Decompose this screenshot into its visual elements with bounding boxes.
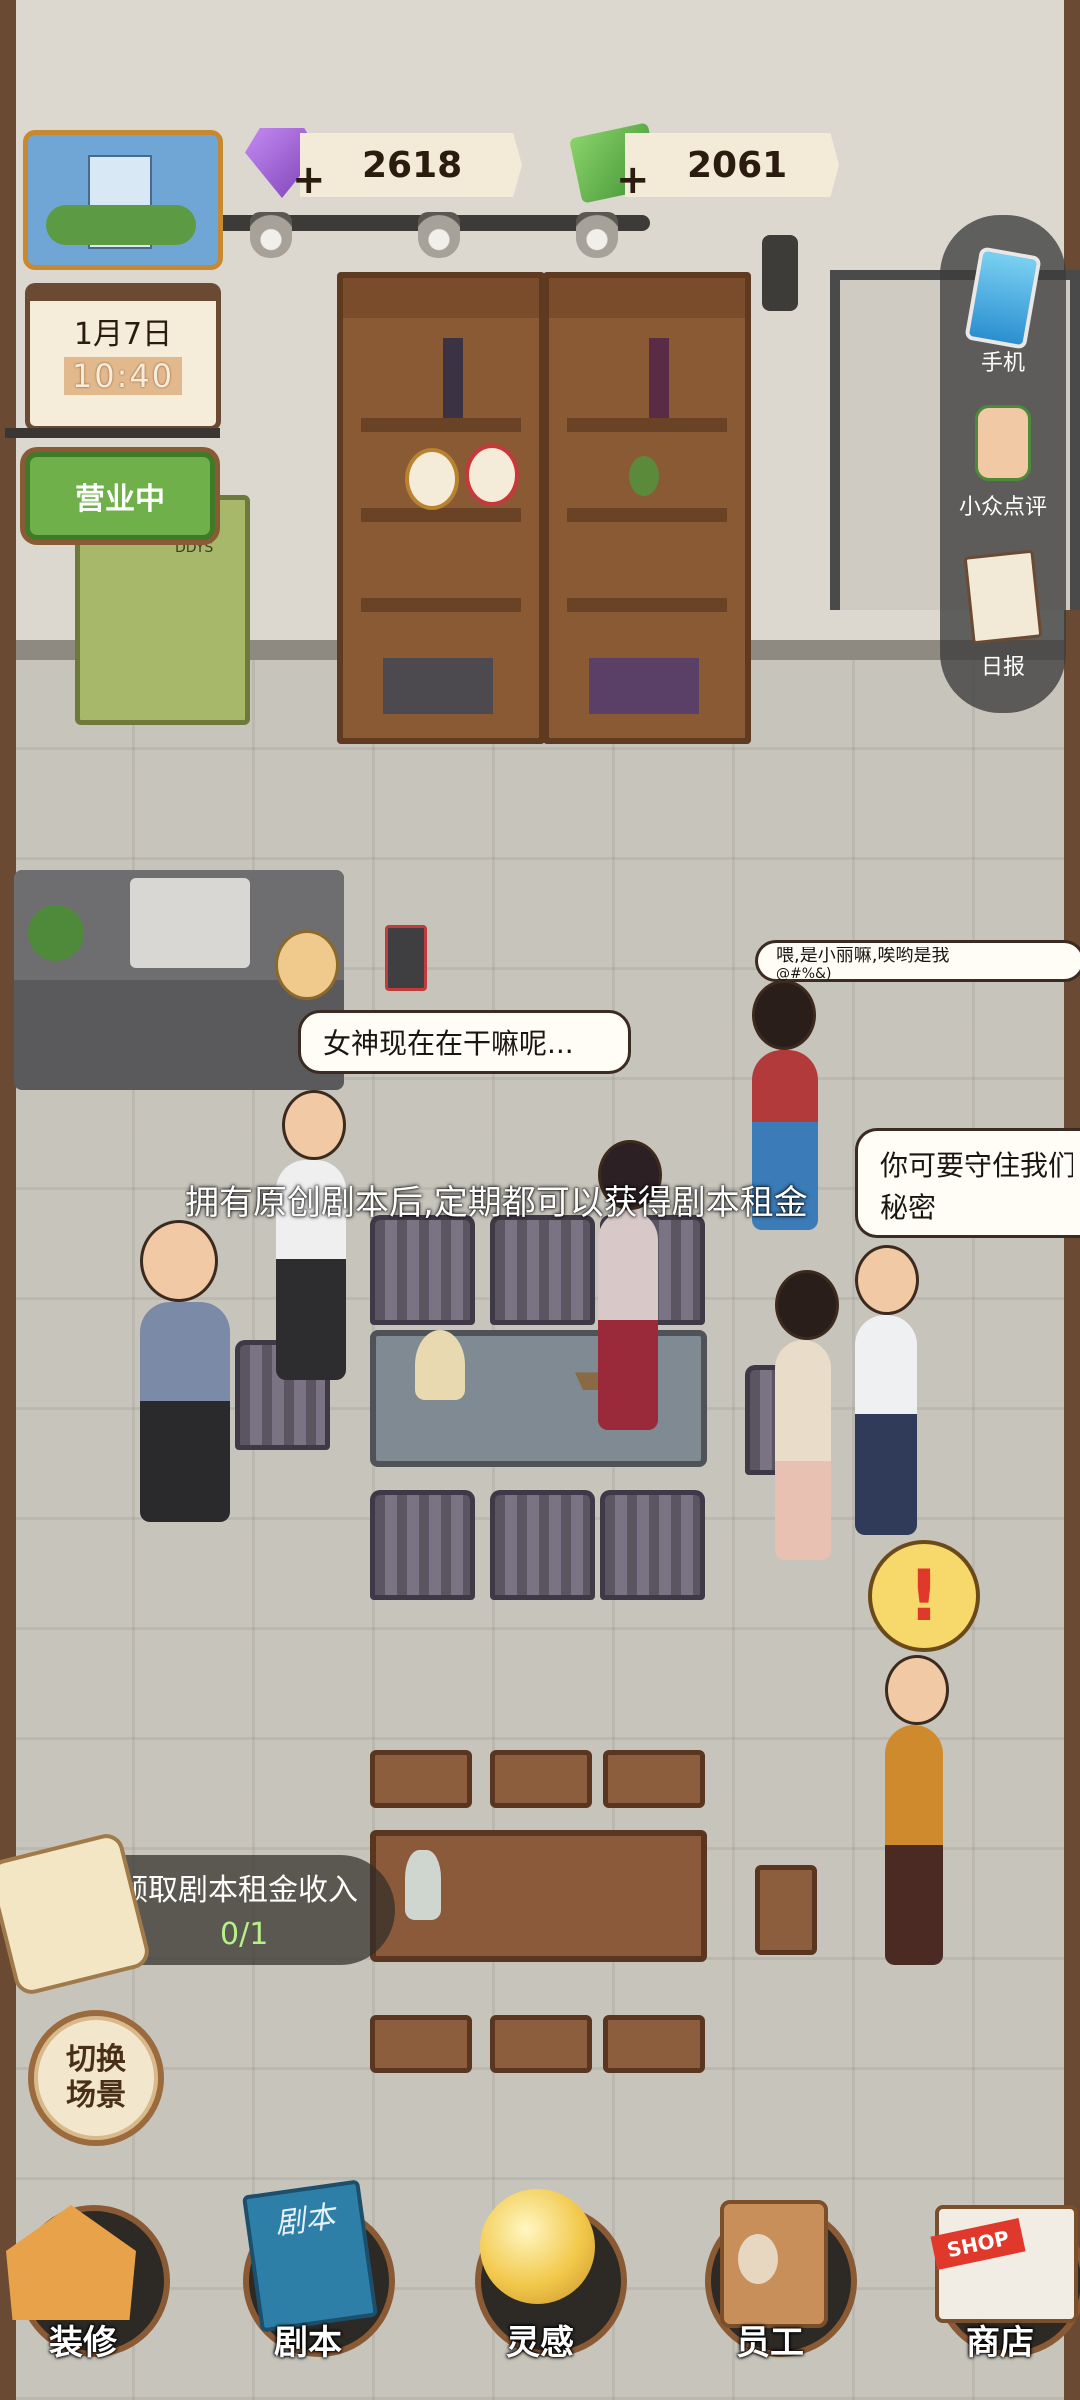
greenery-icon	[46, 205, 196, 245]
fridge-label: DDYS	[175, 540, 214, 556]
nav-inspiration[interactable]: 灵感	[455, 2175, 627, 2400]
task-progress: 0/1	[220, 1917, 269, 1952]
side-menu: 手机 小众点评 日报	[940, 215, 1066, 713]
nav-decorate[interactable]: 装修	[0, 2175, 170, 2400]
id-badge-icon	[720, 2200, 828, 2328]
decorative-plate-icon	[405, 448, 459, 510]
shop-sign: SHOP	[930, 2218, 1026, 2270]
ceiling-lamp	[576, 212, 618, 258]
time-label: 10:40	[63, 357, 183, 395]
side-menu-daily-report[interactable]: 日报	[940, 549, 1066, 681]
cash-register-icon	[130, 878, 250, 968]
left-wall-beam	[0, 0, 16, 2400]
stool[interactable]	[490, 1750, 592, 1808]
bookshelf-right[interactable]	[543, 272, 751, 744]
speech-bubble-left: 女神现在在干嘛呢...	[298, 1010, 631, 1074]
speech-bubble-right: 你可要守住我们 秘密	[855, 1128, 1080, 1238]
phone-icon	[964, 246, 1042, 350]
nav-staff[interactable]: 员工	[685, 2175, 857, 2400]
chair[interactable]	[370, 1490, 475, 1600]
thumbs-up-icon	[975, 405, 1031, 481]
stool[interactable]	[370, 1750, 472, 1808]
city-thumbnail[interactable]	[23, 130, 223, 270]
chair[interactable]	[490, 1215, 595, 1325]
wall-lamp	[762, 235, 798, 311]
vase-icon	[405, 1850, 441, 1920]
add-cash-icon[interactable]: +	[616, 160, 650, 200]
npc-mustache-man[interactable]	[140, 1220, 230, 1522]
flower-pot-icon	[28, 905, 84, 961]
ceiling-lamp	[250, 212, 292, 258]
potted-plant-icon	[629, 456, 659, 496]
stool[interactable]	[370, 2015, 472, 2073]
card-reader-icon	[385, 925, 427, 991]
alert-exclamation-icon[interactable]: !	[868, 1540, 980, 1652]
scrolling-tip-text: 拥有原创剧本后,定期都可以获得剧本租金	[185, 1183, 808, 1223]
npc-waiter-vest[interactable]	[885, 1655, 949, 1965]
npc-glasses-man[interactable]	[276, 1090, 346, 1380]
lightbulb-icon	[480, 2189, 595, 2304]
script-book-icon: 剧本	[241, 2179, 379, 2333]
stool[interactable]	[603, 1750, 705, 1808]
ceiling-lamp	[418, 212, 460, 258]
decorative-plate-icon	[465, 444, 519, 506]
date-label: 1月7日	[73, 317, 173, 352]
newspaper-icon	[963, 549, 1043, 645]
stool[interactable]	[490, 2015, 592, 2073]
board-game-box-icon	[383, 658, 493, 714]
side-menu-phone[interactable]: 手机	[940, 246, 1066, 377]
shop-icon: SHOP	[930, 2205, 1078, 2323]
book-icon	[443, 338, 463, 418]
stool[interactable]	[603, 2015, 705, 2073]
npc-woman-beige[interactable]	[775, 1270, 839, 1560]
add-gems-icon[interactable]: +	[292, 160, 326, 200]
sign-bracket	[5, 428, 220, 438]
speech-bubble-top-right: 喂,是小丽嘛,唉哟是我 @#%&)	[755, 940, 1080, 982]
board-game-box-icon	[589, 658, 699, 714]
book-icon	[649, 338, 669, 418]
npc-blonde-staff[interactable]	[275, 930, 339, 1000]
npc-sunglasses-man[interactable]	[855, 1245, 919, 1535]
open-status-sign[interactable]: 营业中	[25, 452, 215, 540]
cash-counter[interactable]: 2061	[625, 133, 839, 197]
nav-shop[interactable]: SHOP 商店	[915, 2175, 1080, 2400]
nav-script[interactable]: 剧本 剧本	[223, 2175, 395, 2400]
side-menu-review[interactable]: 小众点评	[940, 405, 1066, 521]
task-label: 领取剧本租金收入	[118, 1873, 358, 1908]
calendar-clock: 1月7日 10:40	[25, 283, 221, 431]
bookshelf-left[interactable]	[337, 272, 545, 744]
chair[interactable]	[600, 1490, 705, 1600]
table-lamp-icon	[415, 1330, 465, 1400]
stool[interactable]	[755, 1865, 817, 1955]
chair[interactable]	[370, 1215, 475, 1325]
chair[interactable]	[490, 1490, 595, 1600]
switch-scene-button[interactable]: 切换 场景	[28, 2010, 164, 2146]
gem-counter[interactable]: 2618	[300, 133, 522, 197]
